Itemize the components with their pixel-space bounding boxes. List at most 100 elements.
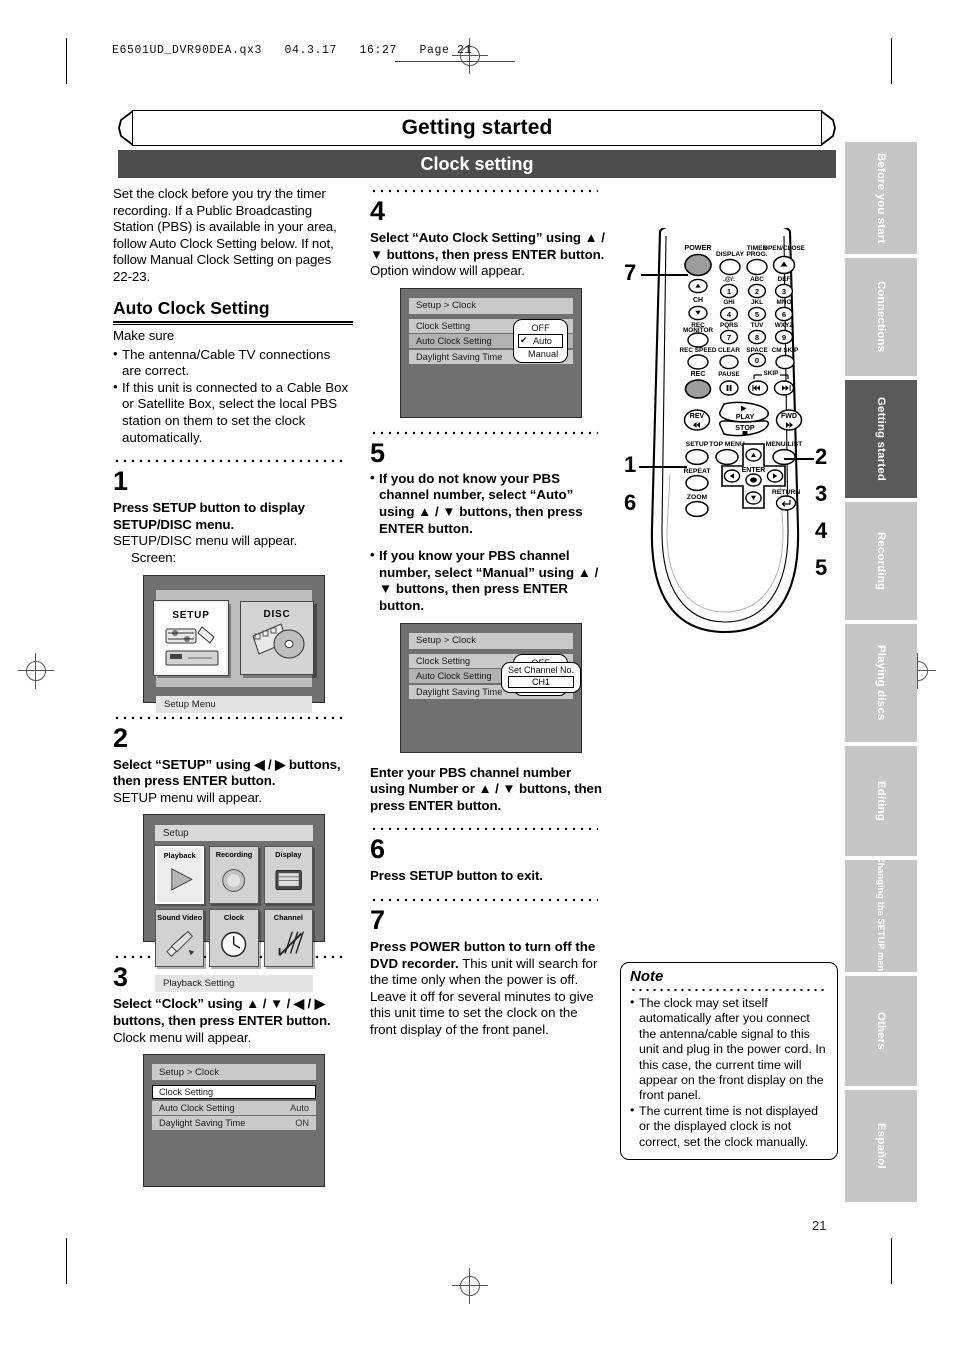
svg-text:RETURN: RETURN <box>772 489 800 496</box>
side-tab-espanol[interactable]: Español <box>845 1090 917 1202</box>
step-separator <box>370 186 598 196</box>
svg-text:PQRS: PQRS <box>720 322 739 329</box>
step-5-bullets: If you do not know your PBS channel numb… <box>370 470 605 615</box>
step-5-number: 5 <box>370 437 386 468</box>
svg-text:JKL: JKL <box>751 299 763 306</box>
remote-control-svg: POWER DISPLAY TIMER PROG. OPEN/CLOSE CH … <box>650 220 806 634</box>
side-tab-label: Playing discs <box>875 645 887 721</box>
cell-clock[interactable]: Clock <box>209 909 259 968</box>
callout-2: 2 <box>815 444 828 469</box>
svg-text:DISPLAY: DISPLAY <box>716 251 745 258</box>
cell-display[interactable]: Display <box>263 846 313 905</box>
svg-text:ENTER: ENTER <box>742 467 766 474</box>
chapter-title: Getting started <box>401 116 553 139</box>
cell-clock-label: Clock <box>223 913 245 923</box>
osd-row-auto-clock-setting[interactable]: Auto Clock Setting Auto <box>152 1100 316 1115</box>
svg-text:OPEN/CLOSE: OPEN/CLOSE <box>763 245 806 252</box>
step-separator <box>370 427 598 438</box>
svg-text:TUV: TUV <box>751 322 765 329</box>
osd-row-label: Clock Setting <box>416 320 471 331</box>
cell-playback-label: Playback <box>163 851 196 861</box>
svg-text:CM SKIP: CM SKIP <box>772 347 799 354</box>
auto-clock-option-popup[interactable]: OFF Auto Manual <box>513 318 568 363</box>
step-2-number: 2 <box>113 722 129 753</box>
svg-text:TOP MENU: TOP MENU <box>709 441 745 448</box>
osd-clock-menu-screen: Setup > Clock Clock Setting Auto Clock S… <box>143 1054 325 1188</box>
svg-text:PROG.: PROG. <box>746 251 767 258</box>
side-tab-editing[interactable]: Editing <box>845 746 917 856</box>
intro-paragraph: Set the clock before you try the timer r… <box>113 186 337 284</box>
osd-clock-menu-option-screen: Setup > Clock Clock Setting Auto Clock S… <box>400 287 582 418</box>
svg-text:PLAY: PLAY <box>736 412 755 421</box>
osd-row-label: Daylight Saving Time <box>416 686 503 697</box>
callout-4: 4 <box>815 518 828 543</box>
osd-setup-menu-footer: Playback Setting <box>155 975 313 993</box>
file-stamp: E6501UD_DVR90DEA.qx3 04.3.17 16:27 Page … <box>112 44 473 57</box>
osd-row-label: Clock Setting <box>416 655 471 666</box>
side-tab-label: Recording <box>875 531 887 591</box>
callout-2-leader <box>784 458 814 460</box>
callout-5: 5 <box>815 555 828 580</box>
osd-row-daylight-saving-time[interactable]: Daylight Saving Time ON <box>152 1116 316 1131</box>
svg-text:FWD: FWD <box>781 413 797 420</box>
step-4-text: Option window will appear. <box>370 263 525 279</box>
osd-clock-menu-title: Setup > Clock <box>409 632 573 649</box>
cell-display-label: Display <box>275 850 302 860</box>
svg-text:WXYZ: WXYZ <box>775 322 794 329</box>
set-channel-popup[interactable]: Set Channel No. CH1 <box>501 661 582 693</box>
step-4-bold-text: Select “Auto Clock Setting” using ▲ / ▼ … <box>370 230 605 262</box>
left-column: Set the clock before you try the timer r… <box>113 186 353 1188</box>
side-tab-others[interactable]: Others <box>845 976 917 1086</box>
side-tab-changing-the-setup-menu[interactable]: Changing the SETUP menu <box>845 856 917 976</box>
option-off[interactable]: OFF <box>514 322 567 334</box>
option-manual[interactable]: Manual <box>514 348 567 360</box>
cell-sound-video[interactable]: Sound Video <box>155 909 205 968</box>
side-tab-playing-discs[interactable]: Playing discs <box>845 624 917 742</box>
step-3-bold-text: Select “Clock” using ▲ / ▼ / ◀ / ▶ butto… <box>113 996 331 1028</box>
osd-setup-menu-title: Setup <box>155 825 313 842</box>
svg-text:6: 6 <box>782 310 786 319</box>
svg-text:SKIP: SKIP <box>764 370 780 377</box>
svg-text:CH: CH <box>693 297 703 304</box>
step-1-screen-label: Screen: <box>131 550 177 565</box>
svg-text:CLEAR: CLEAR <box>718 347 740 354</box>
svg-text:2: 2 <box>755 287 759 296</box>
side-tab-label: Before you start <box>875 152 887 244</box>
osd-row-value: ON <box>295 1118 309 1129</box>
step-4-number: 4 <box>370 196 386 226</box>
section-banner: Clock setting <box>118 150 836 178</box>
osd-clock-menu-title: Setup > Clock <box>152 1064 316 1081</box>
file-stamp-rule <box>395 61 515 62</box>
setup-icon-label: SETUP <box>172 609 210 621</box>
side-tab-strip: Before you start Connections Getting sta… <box>845 142 917 1206</box>
side-tab-before-you-start[interactable]: Before you start <box>845 142 917 254</box>
setup-icon[interactable]: SETUP <box>153 599 229 676</box>
osd-setup-disc-footer: Setup Menu <box>156 695 312 713</box>
callout-7-leader <box>641 274 688 276</box>
disc-icon-label: DISC <box>263 608 291 620</box>
step-separator <box>113 456 345 467</box>
osd-setup-menu-screen: Setup Playback Recording Display Sound V… <box>143 814 325 993</box>
cell-playback[interactable]: Playback <box>153 845 206 906</box>
svg-text:.@/:: .@/: <box>723 276 735 283</box>
side-tab-label: Changing the SETUP menu <box>876 855 886 977</box>
disc-icon[interactable]: DISC <box>240 600 314 675</box>
cell-channel[interactable]: Channel <box>263 909 313 968</box>
side-tab-recording[interactable]: Recording <box>845 502 917 620</box>
step-1-bold-text: Press SETUP button to display SETUP/DISC… <box>113 500 305 532</box>
side-tab-label: Others <box>875 1012 887 1050</box>
set-channel-value[interactable]: CH1 <box>508 675 575 688</box>
svg-text:9: 9 <box>782 333 786 342</box>
side-tab-connections[interactable]: Connections <box>845 258 917 376</box>
chapter-banner: Getting started <box>118 110 836 146</box>
section-title: Clock setting <box>420 153 534 174</box>
step-1-text: SETUP/DISC menu will appear. <box>113 533 298 549</box>
side-tab-getting-started[interactable]: Getting started <box>845 380 917 498</box>
osd-row-clock-setting[interactable]: Clock Setting <box>152 1085 316 1100</box>
step-3-text: Clock menu will appear. <box>113 1029 252 1045</box>
option-auto[interactable]: Auto <box>518 333 563 348</box>
crop-line-right-bottom <box>891 1238 892 1284</box>
list-item: If you know your PBS channel number, sel… <box>370 547 605 614</box>
cell-recording[interactable]: Recording <box>209 846 259 905</box>
side-tab-label: Editing <box>875 781 887 821</box>
